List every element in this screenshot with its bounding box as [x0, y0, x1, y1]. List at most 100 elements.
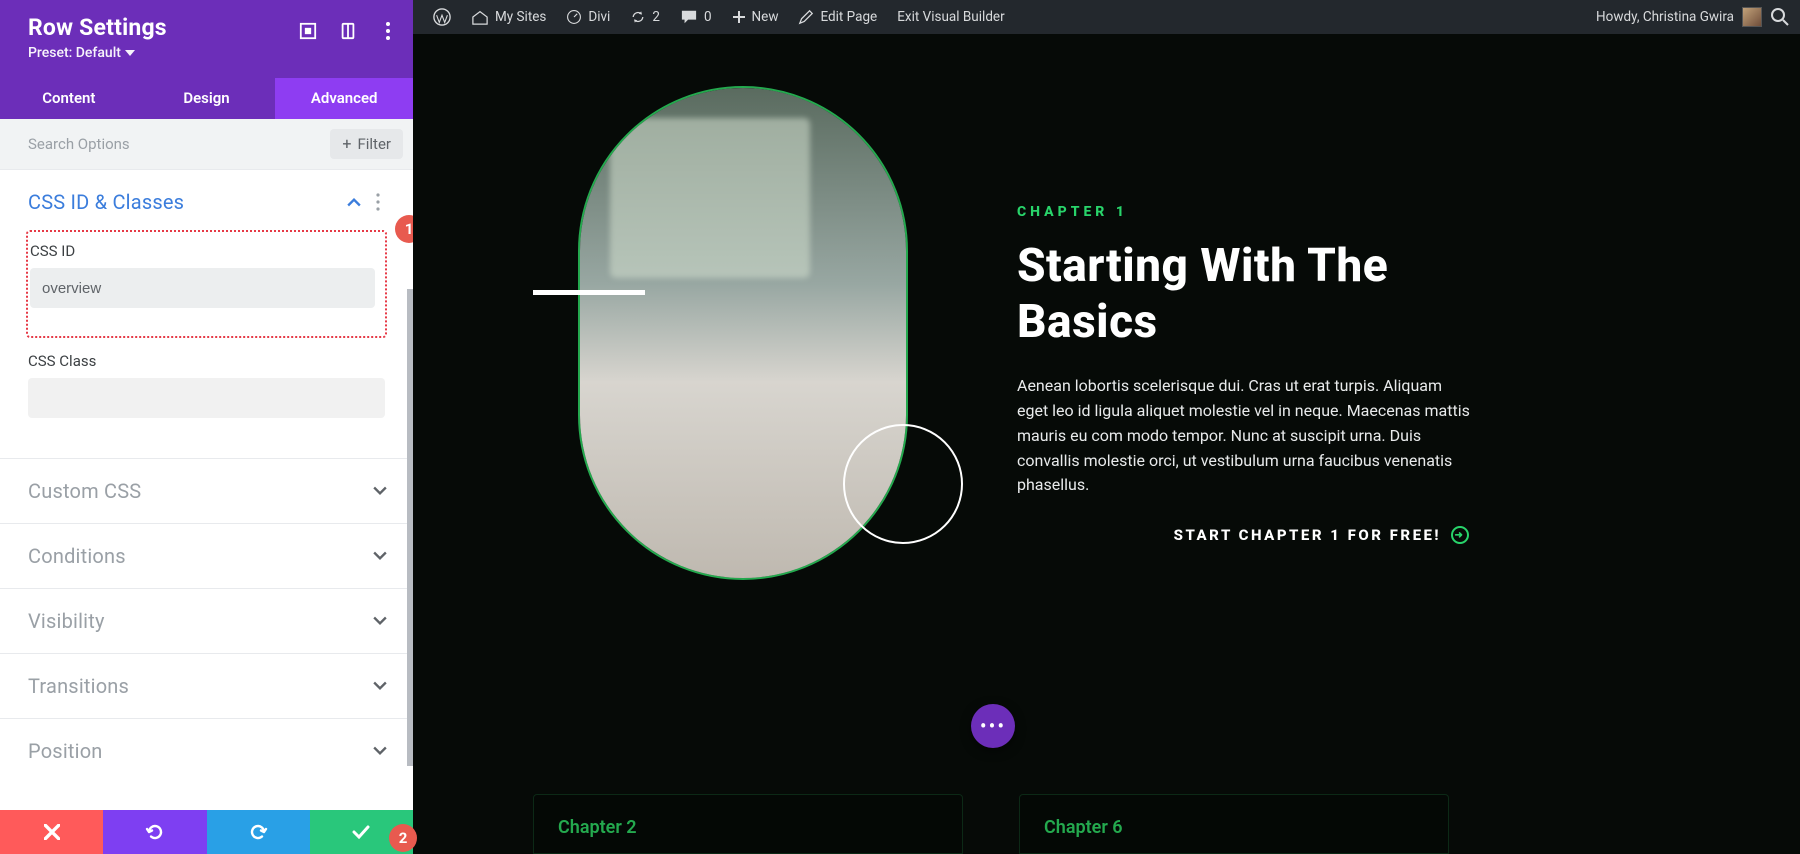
undo-icon [145, 822, 165, 842]
wp-my-sites[interactable]: My Sites [461, 0, 556, 34]
kebab-icon[interactable] [369, 193, 387, 211]
page-canvas: CHAPTER 1 Starting With The Basics Aenea… [413, 34, 1800, 854]
card-chapter-6[interactable]: Chapter 6 [1019, 794, 1449, 854]
chevron-down-icon [373, 679, 387, 693]
decorative-ring [843, 424, 963, 544]
wp-label: 2 [652, 9, 660, 25]
panel-footer: 2 [0, 810, 413, 854]
section-header-position[interactable]: Position [0, 719, 413, 783]
start-chapter-cta[interactable]: START CHAPTER 1 FOR FREE! ➜ [1017, 526, 1477, 544]
section-transitions: Transitions [0, 653, 413, 718]
section-title: Conditions [28, 544, 126, 568]
annotation-badge-2: 2 [389, 824, 417, 852]
panel-title: Row Settings [28, 14, 167, 41]
chevron-down-icon [373, 744, 387, 758]
section-header-visibility[interactable]: Visibility [0, 589, 413, 653]
wp-exit-builder[interactable]: Exit Visual Builder [887, 0, 1014, 34]
wp-label: Divi [588, 9, 610, 25]
sites-icon [471, 9, 489, 25]
chevron-up-icon [347, 195, 361, 209]
css-id-label: CSS ID [30, 242, 375, 260]
wp-site-divi[interactable]: Divi [556, 0, 620, 34]
settings-panel: Row Settings Preset: Default Content Des… [0, 0, 413, 854]
section-title: CSS ID & Classes [28, 190, 184, 214]
section-header-custom-css[interactable]: Custom CSS [0, 459, 413, 523]
panel-scroll: CSS ID & Classes CSS ID 1 CSS Class [0, 169, 413, 810]
tab-design[interactable]: Design [138, 78, 276, 119]
pencil-icon [798, 9, 814, 25]
hero-text: CHAPTER 1 Starting With The Basics Aenea… [1017, 204, 1477, 544]
kebab-icon[interactable] [377, 20, 399, 42]
hero-title: Starting With The Basics [1017, 238, 1477, 350]
chevron-down-icon [373, 614, 387, 628]
arrow-circle-icon: ➜ [1451, 526, 1469, 544]
hero-paragraph: Aenean lobortis scelerisque dui. Cras ut… [1017, 374, 1477, 498]
refresh-icon [630, 9, 646, 25]
check-icon [352, 825, 370, 839]
redo-icon [248, 822, 268, 842]
wp-label: My Sites [495, 9, 546, 25]
redo-button[interactable] [207, 810, 310, 854]
highlight-box-1: CSS ID [26, 230, 387, 338]
section-conditions: Conditions [0, 523, 413, 588]
wp-label: 0 [704, 9, 712, 25]
preset-dropdown[interactable]: Preset: Default [28, 45, 167, 61]
search-input[interactable]: Search Options [28, 135, 330, 153]
section-title: Transitions [28, 674, 129, 698]
section-header-transitions[interactable]: Transitions [0, 654, 413, 718]
wp-new[interactable]: New [722, 0, 789, 34]
save-button[interactable]: 2 [310, 810, 413, 854]
chapter-cards: Chapter 2 Chapter 6 [533, 794, 1449, 854]
wordpress-icon [433, 8, 451, 26]
builder-fab[interactable]: ••• [971, 704, 1015, 748]
close-icon [44, 824, 60, 840]
cancel-button[interactable] [0, 810, 103, 854]
section-css-id-classes: CSS ID & Classes CSS ID 1 CSS Class [0, 169, 413, 458]
section-visibility: Visibility [0, 588, 413, 653]
wp-howdy[interactable]: Howdy, Christina Gwira [1596, 9, 1734, 25]
wp-edit-page[interactable]: Edit Page [788, 0, 887, 34]
section-body-cssid: CSS ID 1 CSS Class [0, 230, 413, 458]
chevron-down-icon [373, 549, 387, 563]
cta-label: START CHAPTER 1 FOR FREE! [1174, 526, 1441, 544]
plus-icon: + [342, 136, 351, 152]
section-header-conditions[interactable]: Conditions [0, 524, 413, 588]
search-row: Search Options + Filter [0, 119, 413, 169]
tab-advanced[interactable]: Advanced [275, 78, 413, 119]
tab-content[interactable]: Content [0, 78, 138, 119]
preview-stage: My Sites Divi 2 0 New Edit Page [413, 0, 1800, 854]
wp-label: Edit Page [820, 9, 877, 25]
gauge-icon [566, 9, 582, 25]
expand-icon[interactable] [297, 20, 319, 42]
avatar[interactable] [1742, 7, 1762, 27]
section-title: Custom CSS [28, 479, 141, 503]
wp-label: Exit Visual Builder [897, 9, 1004, 25]
wp-admin-bar: My Sites Divi 2 0 New Edit Page [413, 0, 1800, 34]
section-header-cssid[interactable]: CSS ID & Classes [0, 170, 413, 234]
panel-header: Row Settings Preset: Default [0, 0, 413, 78]
search-icon[interactable] [1770, 7, 1790, 27]
wp-updates[interactable]: 2 [620, 0, 670, 34]
filter-label: Filter [357, 135, 391, 153]
css-class-input[interactable] [28, 378, 385, 418]
annotation-badge-1: 1 [395, 215, 413, 243]
section-title: Visibility [28, 609, 105, 633]
tablet-icon[interactable] [337, 20, 359, 42]
chapter-tag: CHAPTER 1 [1017, 204, 1477, 220]
section-title: Position [28, 739, 103, 763]
filter-button[interactable]: + Filter [330, 129, 403, 159]
preset-label: Preset: Default [28, 45, 121, 61]
chevron-down-icon [373, 484, 387, 498]
section-custom-css: Custom CSS [0, 458, 413, 523]
wp-logo[interactable] [423, 0, 461, 34]
panel-tabs: Content Design Advanced [0, 78, 413, 119]
caret-down-icon [125, 50, 135, 56]
plus-icon [732, 10, 746, 24]
css-id-input[interactable] [30, 268, 375, 308]
section-position: Position [0, 718, 413, 783]
undo-button[interactable] [103, 810, 206, 854]
wp-label: New [752, 9, 779, 25]
css-class-label: CSS Class [28, 352, 385, 370]
card-chapter-2[interactable]: Chapter 2 [533, 794, 963, 854]
wp-comments[interactable]: 0 [670, 0, 722, 34]
